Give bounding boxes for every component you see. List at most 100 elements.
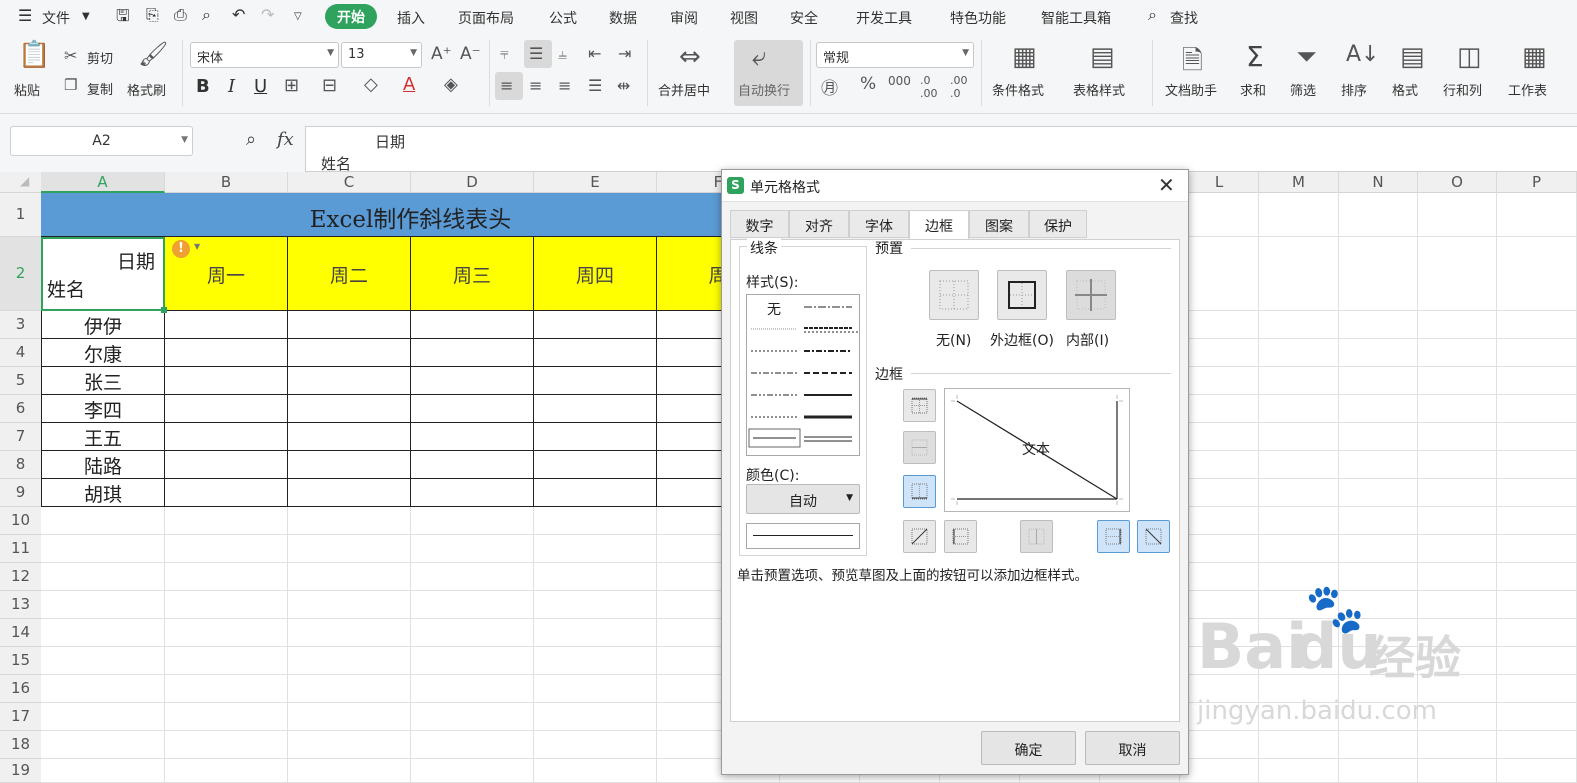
border-inner-horizontal-button[interactable] [903,431,936,464]
data-cell[interactable] [165,423,288,451]
grid-cell[interactable] [1180,535,1259,563]
align-right-icon[interactable]: ≡ [558,76,571,95]
font-name-select[interactable]: 宋体 ▼ [190,42,339,68]
formula-input[interactable]: 日期 姓名 [305,126,1577,173]
grid-cell[interactable] [165,535,288,563]
close-icon[interactable]: ✕ [1158,173,1175,197]
data-cell[interactable] [165,479,288,507]
grid-cell[interactable] [1418,451,1497,479]
grid-cell[interactable] [534,507,657,535]
grid-cell[interactable] [1418,535,1497,563]
grid-cell[interactable] [1180,507,1259,535]
data-cell[interactable] [411,479,534,507]
cell-style-icon[interactable]: ⊟ [322,75,337,96]
data-cell[interactable] [534,451,657,479]
row-header-13[interactable]: 13 [0,591,41,619]
data-cell[interactable] [165,339,288,367]
redo-icon[interactable]: ↷ [261,5,274,24]
grid-cell[interactable] [288,535,411,563]
data-cell[interactable] [411,395,534,423]
table-style-icon[interactable]: ▤ [1090,42,1115,72]
grid-cell[interactable] [411,591,534,619]
grid-cell[interactable] [1259,479,1339,507]
row-header-11[interactable]: 11 [0,535,41,563]
row-header-5[interactable]: 5 [0,367,41,395]
grid-cell[interactable] [534,647,657,675]
grid-cell[interactable] [165,731,288,759]
underline-button[interactable]: U [254,76,267,97]
grid-cell[interactable] [165,675,288,703]
row-header-12[interactable]: 12 [0,563,41,591]
grid-cell[interactable] [1259,339,1339,367]
row-header-2[interactable]: 2 [0,237,41,311]
hamburger-icon[interactable]: ☰ [18,6,32,25]
grid-cell[interactable] [41,675,165,703]
data-cell[interactable] [411,451,534,479]
dialog-tab-5[interactable]: 保护 [1029,210,1087,238]
number-format-select[interactable]: 常规 ▼ [816,42,974,68]
preset-outline-button[interactable] [997,270,1047,320]
grid-cell[interactable] [1497,535,1577,563]
border-top-button[interactable] [903,389,936,422]
grid-cell[interactable] [1497,647,1577,675]
border-inner-vertical-button[interactable] [1020,520,1053,553]
grid-cell[interactable] [165,591,288,619]
row-header-8[interactable]: 8 [0,451,41,479]
data-cell[interactable] [165,311,288,339]
grid-cell[interactable] [1418,507,1497,535]
increase-font-icon[interactable]: A⁺ [431,44,452,64]
grid-cell[interactable] [288,703,411,731]
preset-none-button[interactable] [929,270,979,320]
data-cell[interactable] [534,423,657,451]
tab-data[interactable]: 数据 [609,8,637,28]
tab-insert[interactable]: 插入 [397,8,425,28]
name-cell[interactable]: 张三 [41,367,165,395]
data-cell[interactable] [411,339,534,367]
grid-cell[interactable] [1339,535,1418,563]
align-middle-icon[interactable]: ☰ [529,44,543,63]
tab-smart-toolbox[interactable]: 智能工具箱 [1041,8,1111,28]
decrease-indent-icon[interactable]: ⇤ [588,44,601,63]
border-diagonal-up-button[interactable] [903,520,936,553]
row-header-19[interactable]: 19 [0,759,41,783]
grid-cell[interactable] [1259,311,1339,339]
row-header-18[interactable]: 18 [0,731,41,759]
color-select[interactable]: 自动 ▼ [746,484,860,514]
data-cell[interactable] [534,395,657,423]
data-cell[interactable] [288,451,411,479]
grid-cell[interactable] [288,759,411,783]
grid-cell[interactable] [1180,451,1259,479]
row-header-9[interactable]: 9 [0,479,41,507]
justify-icon[interactable]: ☰ [588,76,602,95]
tab-review[interactable]: 审阅 [670,8,698,28]
rows-cols-icon[interactable]: ◫ [1457,42,1482,72]
dialog-tab-3[interactable]: 边框 [909,210,969,240]
grid-cell[interactable] [1418,395,1497,423]
grid-cell[interactable] [1497,339,1577,367]
grid-cell[interactable] [1259,395,1339,423]
column-header-d[interactable]: D [411,172,534,193]
format-button[interactable]: 格式 [1392,80,1418,99]
grid-cell[interactable] [1259,759,1339,783]
search-button[interactable]: 查找 [1170,8,1198,28]
column-header-a[interactable]: A [41,172,165,193]
grid-cell[interactable] [411,759,534,783]
name-cell[interactable]: 伊伊 [41,311,165,339]
grid-cell[interactable] [1497,423,1577,451]
percent-icon[interactable]: % [860,74,876,94]
name-box[interactable]: A2 ▼ [10,126,193,156]
sort-icon[interactable]: A↓ [1346,42,1379,67]
decrease-decimal-icon[interactable]: .00.0 [950,74,968,100]
grid-cell[interactable] [1180,367,1259,395]
fx-icon[interactable]: fx [277,129,294,150]
grid-cell[interactable] [534,535,657,563]
grid-cell[interactable] [1339,731,1418,759]
doc-assistant-button[interactable]: 文档助手 [1165,80,1217,99]
data-cell[interactable] [165,367,288,395]
weekday-header-cell[interactable]: 周三 [411,237,534,311]
data-cell[interactable] [534,339,657,367]
grid-cell[interactable] [1497,395,1577,423]
grid-cell[interactable] [1259,193,1339,237]
grid-cell[interactable] [1418,237,1497,311]
grid-cell[interactable] [288,563,411,591]
